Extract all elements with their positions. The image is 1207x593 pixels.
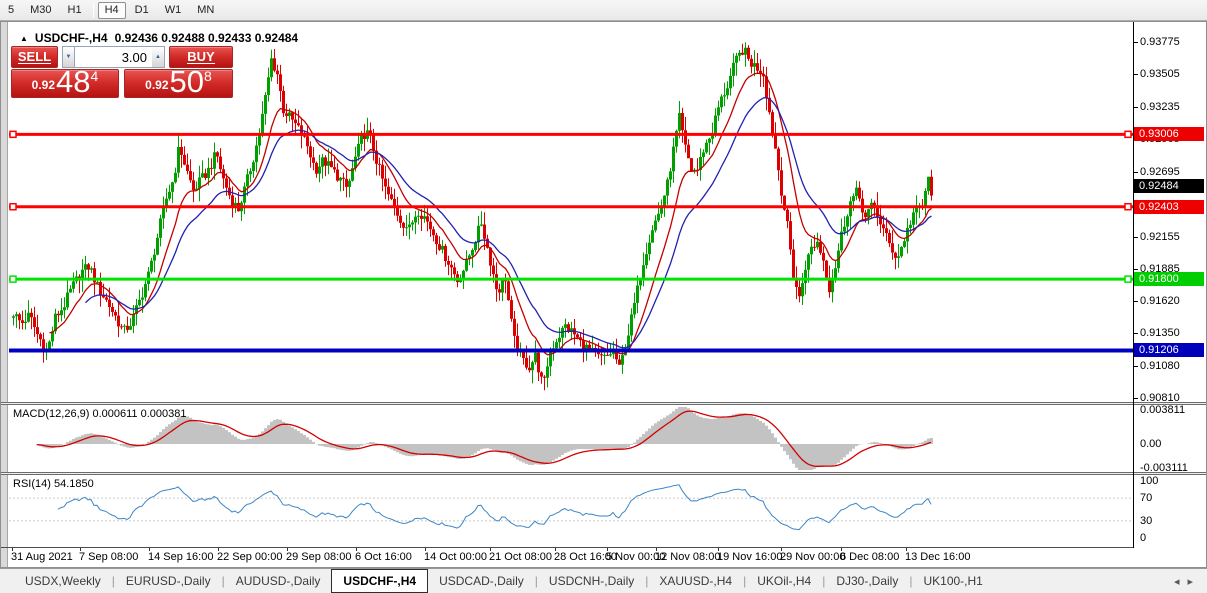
buy-price-pip: 8 [204, 68, 212, 84]
hline-price-badge[interactable]: 0.92403 [1134, 200, 1204, 214]
sell-button-label: SELL [18, 50, 51, 64]
chart-title: ▲ USDCHF-,H4 0.92436 0.92488 0.92433 0.9… [20, 31, 298, 45]
chart-tab-dj30-daily[interactable]: DJ30-,Daily [825, 569, 909, 593]
spin-down-icon: ▼ [66, 54, 72, 60]
price-axis-label: 0.91080 [1140, 360, 1206, 372]
time-axis-label: 13 Dec 16:00 [905, 551, 970, 563]
rsi-label: RSI(14) 54.1850 [13, 478, 94, 490]
chart-tabs-bar: USDX,Weekly|EURUSD-,Daily|AUDUSD-,DailyU… [0, 568, 1207, 593]
timeframe-button-m30[interactable]: M30 [23, 2, 58, 19]
price-axis-label: 0.90810 [1140, 392, 1206, 404]
mt4-terminal: 5M30H1 H4D1W1MN ▲ USDCHF-,H4 0.92436 0.92… [0, 0, 1207, 593]
tab-scroll-left-icon[interactable]: ◂ [1174, 575, 1180, 588]
chart-tab-usdcnh-daily[interactable]: USDCNH-,Daily [538, 569, 645, 593]
rsi-axis-label: 100 [1140, 475, 1206, 487]
sell-price-pip: 4 [91, 68, 99, 84]
price-axis-label: 0.93235 [1140, 101, 1206, 113]
price-tick [1134, 269, 1138, 270]
time-axis-label: 19 Nov 16:00 [717, 551, 782, 563]
price-tick [1134, 74, 1138, 75]
time-axis-label: 22 Sep 00:00 [217, 551, 282, 563]
timeframe-button-h1[interactable]: H1 [61, 2, 89, 19]
buy-price-main: 50 [170, 67, 204, 96]
time-axis-label: 6 Dec 08:00 [840, 551, 899, 563]
macd-axis-label: 0.003811 [1140, 404, 1206, 416]
rsi-axis-label: 30 [1140, 515, 1206, 527]
window-left-gutter [1, 22, 8, 567]
price-tick [1134, 237, 1138, 238]
timeframe-button-w1[interactable]: W1 [158, 2, 189, 19]
price-axis-label: 0.92155 [1140, 231, 1206, 243]
ohlc-values: 0.92436 0.92488 0.92433 0.92484 [115, 31, 299, 45]
buy-price-prefix: 0.92 [145, 78, 168, 92]
rsi-axis-label: 0 [1140, 532, 1206, 544]
sell-price-prefix: 0.92 [32, 78, 55, 92]
chart-tab-ukoil-h4[interactable]: UKOil-,H4 [746, 569, 822, 593]
time-axis-label: 14 Sep 16:00 [148, 551, 213, 563]
current-price-badge: 0.92484 [1134, 179, 1204, 193]
time-axis-label: 29 Sep 08:00 [286, 551, 351, 563]
price-tick [1134, 333, 1138, 334]
chart-tab-usdx-weekly[interactable]: USDX,Weekly [14, 569, 112, 593]
price-axis-label: 0.93775 [1140, 36, 1206, 48]
timeframe-toolbar: 5M30H1 H4D1W1MN [0, 0, 1207, 21]
price-tick [1134, 301, 1138, 302]
hline-price-badge[interactable]: 0.91206 [1134, 343, 1204, 357]
volume-increase-button[interactable]: ▲ [152, 46, 165, 68]
tab-scroll-right-icon[interactable]: ▸ [1187, 575, 1193, 588]
price-tick [1134, 366, 1138, 367]
price-axis-label: 0.93505 [1140, 68, 1206, 80]
chart-tab-audusd-daily[interactable]: AUDUSD-,Daily [225, 569, 332, 593]
price-tick [1134, 172, 1138, 173]
hline-price-badge[interactable]: 0.93006 [1134, 127, 1204, 141]
rsi-axis-label: 70 [1140, 492, 1206, 504]
timeframe-button-h4[interactable]: H4 [98, 2, 126, 19]
buy-price-panel[interactable]: 0.92 50 8 [124, 69, 233, 98]
timeframe-button-d1[interactable]: D1 [128, 2, 156, 19]
rsi-pane[interactable] [9, 475, 1133, 547]
symbol-period-label: USDCHF-,H4 [35, 31, 108, 45]
price-axis-label: 0.91350 [1140, 327, 1206, 339]
price-tick [1134, 107, 1138, 108]
timeframe-button-mn[interactable]: MN [190, 2, 221, 19]
macd-axis-label: 0.00 [1140, 438, 1206, 450]
time-axis-label: 21 Oct 08:00 [489, 551, 552, 563]
timeframe-button-5[interactable]: 5 [1, 2, 21, 19]
chart-tab-uk100-h1[interactable]: UK100-,H1 [912, 569, 993, 593]
price-tick [1134, 42, 1138, 43]
time-axis-label: 6 Oct 16:00 [355, 551, 412, 563]
macd-label: MACD(12,26,9) 0.000611 0.000381 [13, 408, 186, 420]
time-axis-label: 7 Sep 08:00 [79, 551, 138, 563]
chart-tab-usdcad-daily[interactable]: USDCAD-,Daily [428, 569, 535, 593]
toolbar-separator [93, 3, 94, 18]
chart-window: ▲ USDCHF-,H4 0.92436 0.92488 0.92433 0.9… [0, 21, 1207, 568]
price-axis-label: 0.92695 [1140, 166, 1206, 178]
price-axis-label: 0.91620 [1140, 295, 1206, 307]
chart-tab-xauusd-h4[interactable]: XAUUSD-,H4 [648, 569, 743, 593]
price-tick [1134, 398, 1138, 399]
time-axis-label: 14 Oct 00:00 [424, 551, 487, 563]
macd-axis-label: -0.003111 [1140, 462, 1206, 474]
spin-up-icon: ▲ [155, 54, 161, 60]
sell-price-panel[interactable]: 0.92 48 4 [11, 69, 119, 98]
sell-button[interactable]: SELL [11, 46, 58, 68]
chart-tab-usdchf-h4[interactable]: USDCHF-,H4 [331, 569, 428, 593]
buy-button-label: BUY [187, 50, 214, 64]
collapse-title-icon[interactable]: ▲ [20, 34, 28, 43]
chart-tab-eurusd-daily[interactable]: EURUSD-,Daily [115, 569, 222, 593]
sell-price-main: 48 [56, 67, 90, 96]
time-axis-label: 12 Nov 08:00 [655, 551, 720, 563]
time-axis-label: 31 Aug 2021 [11, 551, 73, 563]
time-axis-label: 29 Nov 00:00 [780, 551, 845, 563]
time-axis [1, 547, 1133, 548]
hline-price-badge[interactable]: 0.91800 [1134, 272, 1204, 286]
